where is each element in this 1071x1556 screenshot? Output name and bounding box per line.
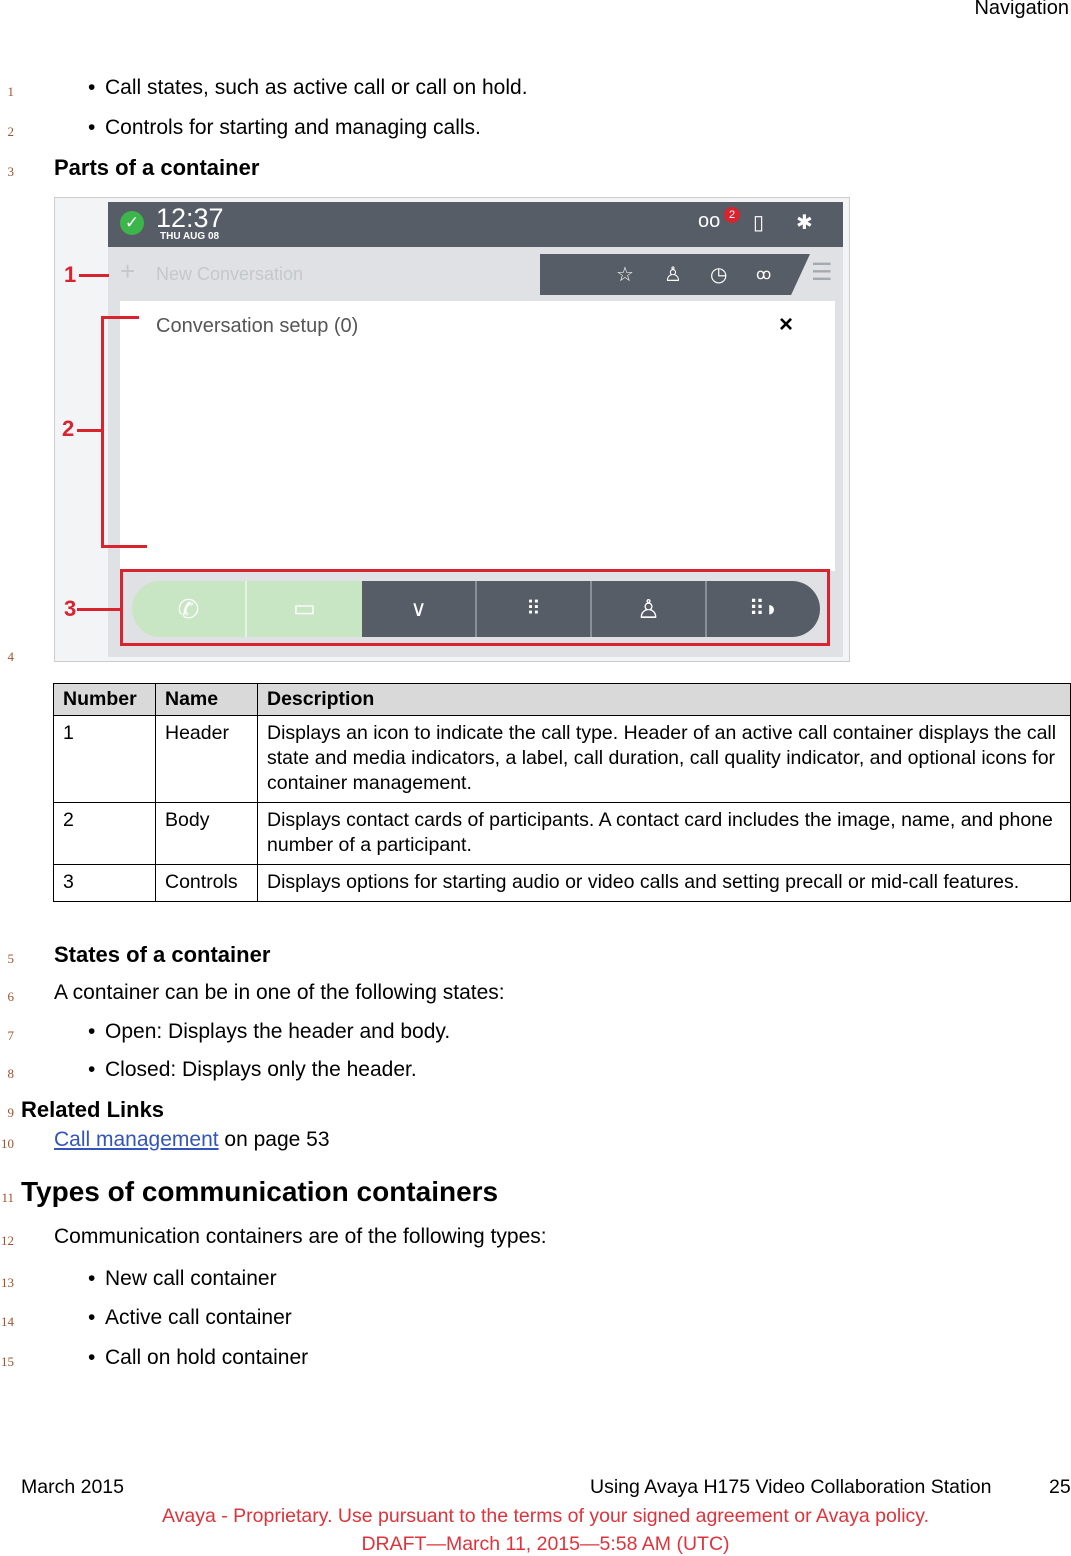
line-number: 10 [1, 1136, 14, 1151]
line-number: 5 [7, 951, 15, 966]
column-header: Description [257, 683, 1071, 716]
paragraph: Communication containers are of the foll… [54, 1225, 547, 1248]
line-number: 4 [7, 649, 15, 664]
line-number: 14 [1, 1314, 14, 1329]
line-number: 11 [1, 1190, 14, 1205]
clock-time: 12:37 [156, 203, 224, 233]
line-number: 2 [7, 124, 15, 139]
clock-icon[interactable]: ◷ [710, 262, 727, 287]
callout-3: 3 [64, 596, 77, 621]
check-circle-icon: ✓ [120, 211, 144, 235]
section-heading: States of a container [54, 942, 271, 967]
notification-badge: 2 [724, 207, 740, 223]
bullet-item: Call on hold container [88, 1346, 308, 1370]
draft-notice: DRAFT—March 11, 2015—5:58 AM (UTC) [361, 1533, 730, 1555]
voicemail-icon[interactable]: ᴏᴏ [698, 210, 720, 233]
section-heading: Parts of a container [54, 155, 260, 180]
table-row: 2 Body Displays contact cards of partici… [53, 802, 1071, 865]
table-header-row: Number Name Description [53, 683, 1071, 716]
column-header: Name [155, 683, 258, 716]
group-icon[interactable]: ꝏ [756, 265, 771, 283]
table-row: 3 Controls Displays options for starting… [53, 864, 1071, 902]
line-number: 8 [7, 1066, 15, 1081]
cell-number: 1 [53, 715, 156, 803]
related-links-heading: Related Links [21, 1097, 165, 1122]
controls-callout-box [120, 569, 830, 646]
conversation-body: Conversation setup (0) × [120, 301, 835, 571]
paragraph: A container can be in one of the followi… [54, 981, 505, 1004]
bullet-item: Open: Displays the header and body. [88, 1020, 450, 1044]
footer-date: March 2015 [21, 1476, 124, 1498]
line-number: 15 [1, 1354, 14, 1369]
bluetooth-icon[interactable]: ✱ [796, 210, 813, 235]
menu-icon[interactable]: ☰ [811, 258, 833, 287]
bullet-item: Call states, such as active call or call… [88, 76, 528, 100]
cell-number: 2 [53, 802, 156, 865]
cell-number: 3 [53, 864, 156, 902]
cell-name: Controls [155, 864, 258, 902]
bullet-item: New call container [88, 1267, 277, 1291]
page-number: 25 [1049, 1476, 1071, 1498]
bullet-item: Controls for starting and managing calls… [88, 116, 481, 140]
bullet-item: Closed: Displays only the header. [88, 1058, 417, 1082]
cell-description: Displays an icon to indicate the call ty… [257, 715, 1071, 803]
cell-name: Body [155, 802, 258, 865]
body-title: Conversation setup (0) [156, 315, 359, 337]
star-icon[interactable]: ☆ [616, 262, 634, 287]
running-header: Navigation [974, 0, 1069, 19]
phone-transfer-icon[interactable]: ▯ [753, 210, 764, 235]
bullet-item: Active call container [88, 1306, 292, 1330]
close-icon[interactable]: × [779, 311, 793, 339]
main-heading: Types of communication containers [21, 1176, 499, 1207]
container-figure: ✓ 12:37 THU AUG 08 ᴏᴏ 2 ▯ ✱ + New Conver… [54, 197, 850, 662]
new-conversation-button[interactable]: New Conversation [156, 264, 303, 285]
proprietary-notice: Avaya - Proprietary. Use pursuant to the… [161, 1505, 930, 1527]
line-number: 1 [7, 84, 15, 99]
line-number: 7 [7, 1028, 15, 1043]
cell-description: Displays options for starting audio or v… [257, 864, 1071, 902]
line-number: 12 [1, 1233, 14, 1248]
callout-1: 1 [64, 262, 77, 287]
line-number: 6 [7, 989, 15, 1004]
call-management-link[interactable]: Call management [54, 1128, 219, 1151]
page-reference: on page 53 [218, 1128, 330, 1151]
cell-description: Displays contact cards of participants. … [257, 802, 1071, 865]
callout-2: 2 [62, 416, 75, 441]
contact-icon[interactable]: ♙ [664, 262, 682, 287]
line-number: 3 [7, 164, 15, 179]
table-row: 1 Header Displays an icon to indicate th… [53, 715, 1071, 803]
related-link-line: Call management on page 53 [54, 1128, 330, 1152]
clock-date: THU AUG 08 [160, 231, 220, 242]
cell-name: Header [155, 715, 258, 803]
line-number: 13 [1, 1275, 14, 1290]
column-header: Number [53, 683, 156, 716]
footer-title: Using Avaya H175 Video Collaboration Sta… [590, 1476, 992, 1498]
plus-icon[interactable]: + [120, 256, 135, 287]
parts-table: Number Name Description 1 Header Display… [53, 683, 1071, 902]
line-number: 9 [7, 1105, 15, 1120]
